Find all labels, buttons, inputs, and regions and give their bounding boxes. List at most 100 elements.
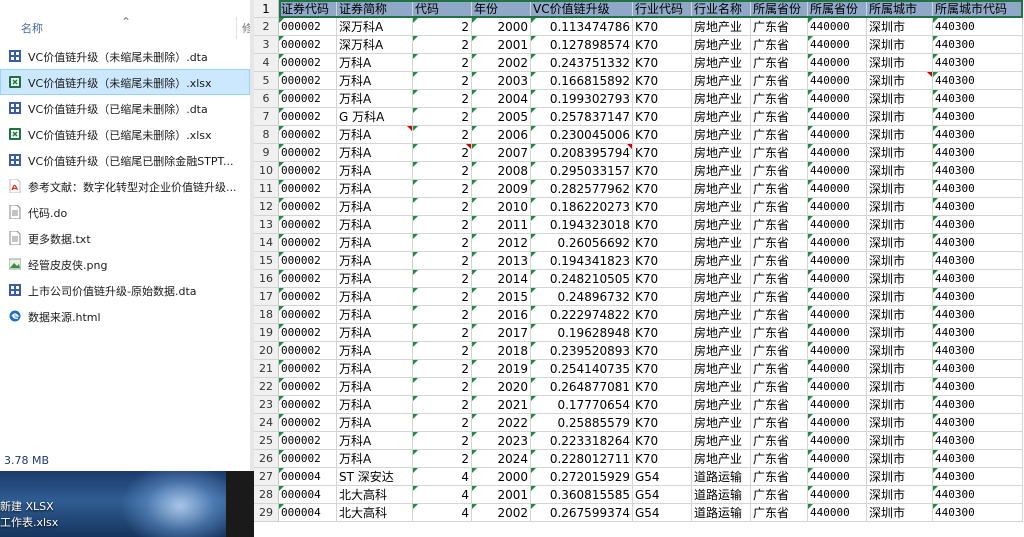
table-cell[interactable]: 深圳市 — [867, 414, 933, 432]
table-cell[interactable]: 0.113474786 — [531, 18, 633, 36]
table-cell[interactable]: 深圳市 — [867, 216, 933, 234]
table-cell[interactable]: K70 — [633, 18, 692, 36]
table-cell[interactable]: 北大高科 — [337, 504, 413, 522]
table-cell[interactable]: 440300 — [933, 270, 1023, 288]
column-header-cell[interactable]: 年份 — [472, 0, 531, 18]
table-cell[interactable]: 440300 — [933, 414, 1023, 432]
table-cell[interactable]: 0.17770654 — [531, 396, 633, 414]
table-cell[interactable]: K70 — [633, 396, 692, 414]
table-cell[interactable]: 2018 — [472, 342, 531, 360]
table-cell[interactable]: K70 — [633, 54, 692, 72]
table-cell[interactable]: 万科A — [337, 216, 413, 234]
column-header-cell[interactable]: 所属省份 — [808, 0, 867, 18]
table-cell[interactable]: 440300 — [933, 198, 1023, 216]
table-cell[interactable]: 2 — [413, 234, 472, 252]
table-cell[interactable]: 0.360815585 — [531, 486, 633, 504]
table-cell[interactable]: 房地产业 — [692, 72, 751, 90]
table-cell[interactable]: 深圳市 — [867, 378, 933, 396]
table-cell[interactable]: 万科A — [337, 270, 413, 288]
table-cell[interactable]: 440000 — [808, 414, 867, 432]
table-cell[interactable]: 房地产业 — [692, 198, 751, 216]
table-cell[interactable]: 万科A — [337, 288, 413, 306]
table-cell[interactable]: K70 — [633, 360, 692, 378]
file-list-item[interactable]: VC价值链升级（已缩尾已删除金融STPT... — [0, 147, 250, 173]
table-cell[interactable]: 2 — [413, 306, 472, 324]
table-cell[interactable]: 440000 — [808, 288, 867, 306]
file-list-item[interactable]: VC价值链升级（已缩尾未删除）.xlsx — [0, 121, 250, 147]
table-cell[interactable]: K70 — [633, 450, 692, 468]
table-cell[interactable]: 万科A — [337, 342, 413, 360]
table-cell[interactable]: 广东省 — [751, 378, 808, 396]
table-cell[interactable]: 2 — [413, 216, 472, 234]
table-cell[interactable]: 房地产业 — [692, 378, 751, 396]
table-cell[interactable]: K70 — [633, 288, 692, 306]
table-cell[interactable]: 2000 — [472, 468, 531, 486]
table-cell[interactable]: 2024 — [472, 450, 531, 468]
table-cell[interactable]: 2015 — [472, 288, 531, 306]
table-cell[interactable]: 深圳市 — [867, 504, 933, 522]
table-cell[interactable]: 0.264877081 — [531, 378, 633, 396]
table-cell[interactable]: 2001 — [472, 486, 531, 504]
table-cell[interactable]: 000002 — [279, 144, 337, 162]
table-cell[interactable]: 广东省 — [751, 504, 808, 522]
table-cell[interactable]: 440300 — [933, 450, 1023, 468]
table-cell[interactable]: 广东省 — [751, 360, 808, 378]
table-cell[interactable]: 房地产业 — [692, 306, 751, 324]
row-number[interactable]: 21 — [254, 360, 279, 378]
column-header-cell[interactable]: 代码 — [413, 0, 472, 18]
table-cell[interactable]: 深圳市 — [867, 432, 933, 450]
table-cell[interactable]: 广东省 — [751, 432, 808, 450]
table-cell[interactable]: K70 — [633, 198, 692, 216]
row-number[interactable]: 5 — [254, 72, 279, 90]
table-cell[interactable]: 深圳市 — [867, 324, 933, 342]
row-number[interactable]: 25 — [254, 432, 279, 450]
table-cell[interactable]: 万科A — [337, 324, 413, 342]
table-cell[interactable]: 0.282577962 — [531, 180, 633, 198]
table-cell[interactable]: 440300 — [933, 90, 1023, 108]
table-cell[interactable]: 房地产业 — [692, 288, 751, 306]
table-cell[interactable]: 4 — [413, 486, 472, 504]
table-cell[interactable]: 2012 — [472, 234, 531, 252]
table-cell[interactable]: K70 — [633, 72, 692, 90]
table-cell[interactable]: 万科A — [337, 378, 413, 396]
row-number[interactable]: 27 — [254, 468, 279, 486]
table-cell[interactable]: 000002 — [279, 396, 337, 414]
table-cell[interactable]: 房地产业 — [692, 396, 751, 414]
table-cell[interactable]: 房地产业 — [692, 18, 751, 36]
table-cell[interactable]: K70 — [633, 216, 692, 234]
table-cell[interactable]: K70 — [633, 270, 692, 288]
table-cell[interactable]: 深万科A — [337, 36, 413, 54]
table-cell[interactable]: 2 — [413, 270, 472, 288]
table-cell[interactable]: 2013 — [472, 252, 531, 270]
table-cell[interactable]: 0.199302793 — [531, 90, 633, 108]
table-cell[interactable]: 深圳市 — [867, 234, 933, 252]
table-cell[interactable]: 深圳市 — [867, 72, 933, 90]
table-cell[interactable]: 440000 — [808, 126, 867, 144]
table-cell[interactable]: 000002 — [279, 378, 337, 396]
table-cell[interactable]: 广东省 — [751, 324, 808, 342]
table-cell[interactable]: 440000 — [808, 468, 867, 486]
table-cell[interactable]: 2022 — [472, 414, 531, 432]
table-cell[interactable]: 深圳市 — [867, 126, 933, 144]
table-cell[interactable]: 0.186220273 — [531, 198, 633, 216]
table-cell[interactable]: 房地产业 — [692, 324, 751, 342]
table-cell[interactable]: 万科A — [337, 234, 413, 252]
table-cell[interactable]: 440000 — [808, 432, 867, 450]
table-cell[interactable]: 2 — [413, 378, 472, 396]
table-cell[interactable]: 深圳市 — [867, 288, 933, 306]
table-cell[interactable]: 2020 — [472, 378, 531, 396]
table-cell[interactable]: 2 — [413, 18, 472, 36]
table-cell[interactable]: 房地产业 — [692, 162, 751, 180]
table-cell[interactable]: 2004 — [472, 90, 531, 108]
table-cell[interactable]: 深圳市 — [867, 252, 933, 270]
table-cell[interactable]: 000002 — [279, 360, 337, 378]
table-cell[interactable]: 广东省 — [751, 270, 808, 288]
table-cell[interactable]: 000004 — [279, 468, 337, 486]
column-header-cell[interactable]: 证券代码 — [279, 0, 337, 18]
table-cell[interactable]: 2011 — [472, 216, 531, 234]
row-number[interactable]: 2 — [254, 18, 279, 36]
row-number[interactable]: 15 — [254, 252, 279, 270]
table-cell[interactable]: 2 — [413, 36, 472, 54]
table-cell[interactable]: 000004 — [279, 486, 337, 504]
table-cell[interactable]: K70 — [633, 144, 692, 162]
